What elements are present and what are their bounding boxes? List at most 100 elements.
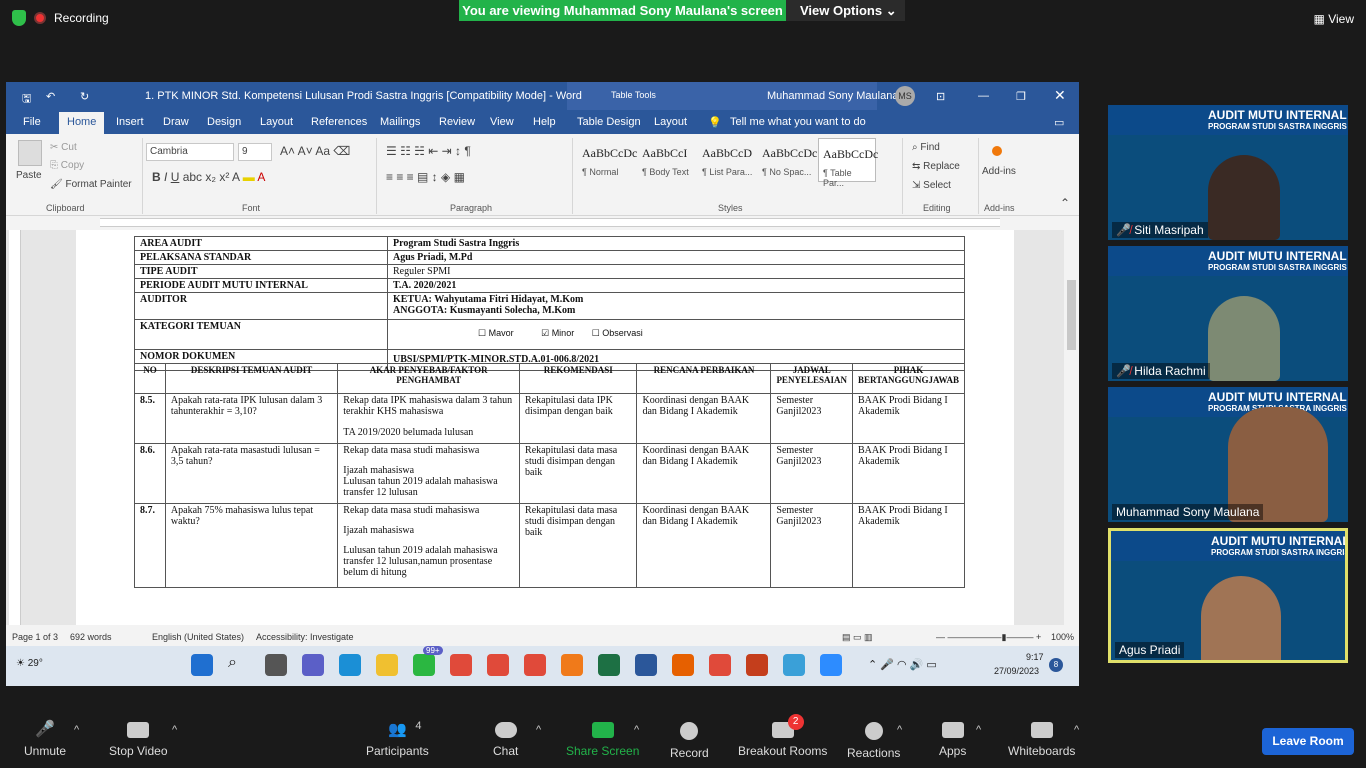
copy-button[interactable]: ⎘ Copy — [50, 160, 84, 171]
tab-table-layout[interactable]: Layout — [654, 116, 687, 128]
tell-me-search[interactable]: Tell me what you want to do — [730, 116, 866, 128]
format-painter-button[interactable]: 🖌 Format Painter — [50, 179, 132, 190]
view-button[interactable]: ▦ View — [1314, 12, 1354, 26]
scroll-thumb[interactable] — [1067, 280, 1076, 350]
chrome-icon[interactable] — [487, 654, 509, 676]
teams-icon[interactable] — [302, 654, 324, 676]
search-icon[interactable]: ⌕ — [228, 654, 250, 676]
stop-video-button[interactable]: Stop Video — [109, 722, 168, 758]
whiteboards-button[interactable]: Whiteboards — [1008, 722, 1075, 758]
minimize-icon[interactable]: — — [978, 90, 989, 102]
font-name-select[interactable]: Cambria — [146, 143, 234, 161]
list-icons[interactable]: ☰ ☷ ☵ ⇤ ⇥ ↕ ¶ — [386, 144, 471, 158]
apps-button[interactable]: Apps — [939, 722, 966, 758]
powerpoint-icon[interactable] — [746, 654, 768, 676]
start-icon[interactable] — [191, 654, 213, 676]
style-list-para[interactable]: AaBbCcD ¶ List Para... — [698, 138, 756, 182]
participant-tile[interactable]: AUDIT MUTU INTERNALPROGRAM STUDI SASTRA … — [1108, 105, 1348, 240]
zoom-app-icon[interactable] — [820, 654, 842, 676]
observasi-checkbox[interactable]: ☐ Observasi — [592, 328, 643, 338]
maximize-icon[interactable]: ❐ — [1016, 90, 1026, 103]
breakout-rooms-button[interactable]: 2 Breakout Rooms — [738, 714, 827, 758]
paste-icon[interactable] — [18, 140, 42, 166]
leave-room-button[interactable]: Leave Room — [1262, 728, 1354, 755]
whatsapp-icon[interactable]: 99+ — [413, 646, 443, 676]
weather-widget[interactable]: ☀ 29° — [16, 658, 43, 669]
style-normal[interactable]: AaBbCcDc ¶ Normal — [578, 138, 637, 182]
word-count[interactable]: 692 words — [70, 632, 112, 642]
explorer-icon[interactable] — [376, 654, 398, 676]
language[interactable]: English (United States) — [152, 632, 244, 642]
reactions-button[interactable]: Reactions — [847, 722, 900, 760]
notepad-icon[interactable] — [783, 654, 805, 676]
unmute-button[interactable]: 🎤 Unmute — [24, 722, 66, 759]
tab-references[interactable]: References — [311, 116, 367, 128]
task-view-icon[interactable] — [265, 654, 287, 676]
font-size-select[interactable]: 9 — [238, 143, 272, 161]
ribbon-display-icon[interactable]: ⊡ — [936, 90, 945, 103]
style-table-para[interactable]: AaBbCcDc ¶ Table Par... — [818, 138, 878, 188]
tab-table-design[interactable]: Table Design — [577, 116, 641, 128]
tab-home[interactable]: Home — [59, 112, 105, 134]
word-icon[interactable] — [635, 654, 657, 676]
chevron-up-icon[interactable]: ^ — [1074, 724, 1079, 736]
comments-icon[interactable]: ▭ — [1054, 116, 1064, 129]
close-icon[interactable]: ✕ — [1054, 87, 1066, 104]
clock-date[interactable]: 27/09/2023 — [994, 666, 1039, 676]
chevron-up-icon[interactable]: ^ — [74, 724, 79, 736]
chrome-icon[interactable] — [450, 654, 472, 676]
tab-layout[interactable]: Layout — [260, 116, 293, 128]
chevron-up-icon[interactable]: ^ — [976, 724, 981, 736]
undo-icon[interactable]: ↶ — [46, 90, 55, 103]
replace-button[interactable]: ⇆ Replace — [912, 161, 960, 172]
participant-tile[interactable]: AUDIT MUTU INTERNALPROGRAM STUDI SASTRA … — [1108, 246, 1348, 381]
chrome-icon[interactable] — [709, 654, 731, 676]
select-button[interactable]: ⇲ Select — [912, 180, 951, 191]
cut-button[interactable]: ✂ Cut — [50, 142, 77, 153]
view-mode-icons[interactable]: ▤ ▭ ▥ — [842, 632, 873, 643]
clock-time[interactable]: 9:17 — [1026, 652, 1044, 662]
accessibility[interactable]: Accessibility: Investigate — [256, 632, 354, 642]
tab-file[interactable]: File — [23, 116, 41, 128]
participants-button[interactable]: 👥 4 Participants — [366, 720, 429, 758]
share-screen-button[interactable]: Share Screen — [566, 722, 639, 758]
tab-view[interactable]: View — [490, 116, 514, 128]
style-body-text[interactable]: AaBbCcI ¶ Body Text — [638, 138, 696, 182]
excel-icon[interactable] — [598, 654, 620, 676]
vertical-scrollbar[interactable] — [1064, 230, 1079, 625]
save-icon[interactable]: 🖫 — [22, 90, 31, 109]
style-no-spacing[interactable]: AaBbCcDc ¶ No Spac... — [758, 138, 817, 182]
participant-tile[interactable]: AUDIT MUTU INTERNALPROGRAM STUDI SASTRA … — [1108, 387, 1348, 522]
zoom-slider[interactable]: — ——————▮——— + — [936, 632, 1041, 643]
firefox-icon[interactable] — [672, 654, 694, 676]
app-icon[interactable] — [561, 654, 583, 676]
collapse-ribbon-icon[interactable]: ⌃ — [1060, 196, 1070, 210]
tab-mailings[interactable]: Mailings — [380, 116, 420, 128]
tray-icons[interactable]: ⌃ 🎤 ◠ 🔊 ▭ — [868, 658, 937, 671]
minor-checkbox[interactable]: ☑ Minor — [541, 328, 574, 338]
paste-button[interactable]: Paste — [16, 170, 42, 181]
chat-button[interactable]: Chat — [493, 722, 518, 758]
tab-help[interactable]: Help — [533, 116, 556, 128]
participant-tile-active[interactable]: AUDIT MUTU INTERNAL PROGRAM STUDI SASTRA … — [1108, 528, 1348, 663]
chevron-up-icon[interactable]: ^ — [172, 724, 177, 736]
chevron-up-icon[interactable]: ^ — [634, 724, 639, 736]
chevron-up-icon[interactable]: ^ — [897, 724, 902, 736]
find-button[interactable]: ⌕ Find — [912, 142, 940, 153]
view-options-button[interactable]: View Options ⌄ — [786, 0, 905, 21]
mayor-checkbox[interactable]: ☐ Mavor — [478, 328, 514, 338]
record-button[interactable]: Record — [670, 722, 709, 760]
redo-icon[interactable]: ↻ — [80, 90, 89, 103]
tab-insert[interactable]: Insert — [116, 116, 144, 128]
add-ins-button[interactable]: Add-ins — [982, 166, 1016, 177]
zoom-level[interactable]: 100% — [1051, 632, 1074, 642]
tab-review[interactable]: Review — [439, 116, 475, 128]
edge-icon[interactable] — [339, 654, 361, 676]
chevron-up-icon[interactable]: ^ — [536, 724, 541, 736]
tab-design[interactable]: Design — [207, 116, 241, 128]
tab-draw[interactable]: Draw — [163, 116, 189, 128]
notification-badge[interactable]: 8 — [1049, 658, 1063, 672]
avatar[interactable]: MS — [895, 86, 915, 106]
grow-font-icon[interactable]: A˄ A˅ Aa ⌫ — [280, 144, 350, 158]
chrome-icon[interactable] — [524, 654, 546, 676]
